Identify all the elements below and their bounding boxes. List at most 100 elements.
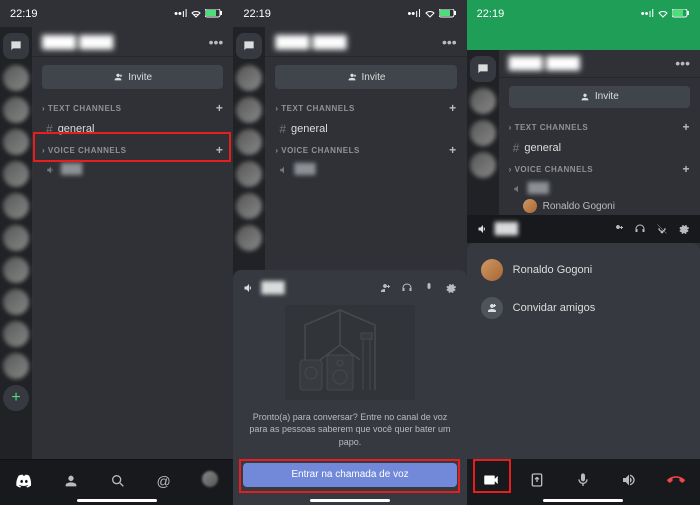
status-bar: 22:19 ••ıl [0,0,233,27]
speaker-icon [279,165,289,175]
user-name-label: Ronaldo Gogoni [513,264,593,276]
text-channels-header[interactable]: › TEXT CHANNELS + [265,97,466,119]
server-menu-icon[interactable]: ••• [442,34,457,50]
channel-general[interactable]: # general [499,138,700,158]
volume-icon[interactable] [621,472,637,488]
hangup-icon[interactable] [667,471,685,489]
headphones-icon[interactable] [401,282,413,294]
server-avatar[interactable] [236,193,262,219]
voice-channels-header[interactable]: › VOICE CHANNELS + [265,139,466,161]
hash-icon: # [46,122,53,136]
channel-general[interactable]: # general [32,119,233,139]
dm-icon[interactable] [3,33,29,59]
add-server-icon[interactable]: + [3,385,29,411]
adduser-icon[interactable] [379,282,391,294]
server-avatar[interactable] [3,193,29,219]
battery-icon [205,9,223,18]
server-avatar[interactable] [236,97,262,123]
adduser-icon [481,297,503,319]
voice-channels-header[interactable]: › VOICE CHANNELS + [499,158,700,180]
voice-channel-sheet: ███ Pronto( [233,270,466,505]
nav-discord-icon[interactable] [16,473,32,489]
voice-channel-label: ███ [528,183,549,194]
server-avatar[interactable] [3,225,29,251]
camera-icon[interactable] [482,471,500,489]
headphones-icon[interactable] [634,223,646,235]
server-avatar[interactable] [3,65,29,91]
server-name: ████ ████ [275,35,346,49]
nav-profile-avatar[interactable] [202,471,218,490]
nav-mentions-icon[interactable]: @ [157,473,171,489]
add-text-channel-icon[interactable]: + [449,101,457,115]
server-avatar[interactable] [3,257,29,283]
server-avatar[interactable] [236,161,262,187]
text-channels-header[interactable]: › TEXT CHANNELS + [499,116,700,138]
server-menu-icon[interactable]: ••• [209,34,224,50]
invite-friends-row[interactable]: Convidar amigos [467,289,700,327]
add-text-channel-icon[interactable]: + [216,101,224,115]
voice-prompt-text: Pronto(a) para conversar? Entre no canal… [233,405,466,455]
voice-channel[interactable]: ███ [32,161,233,178]
channel-general[interactable]: # general [265,119,466,139]
add-voice-channel-icon[interactable]: + [682,162,690,176]
home-indicator [310,499,390,502]
text-channels-header[interactable]: › TEXT CHANNELS + [32,97,233,119]
server-avatar[interactable] [3,161,29,187]
nav-search-icon[interactable] [110,473,126,489]
server-avatar[interactable] [470,120,496,146]
server-avatar[interactable] [236,225,262,251]
server-avatar[interactable] [3,97,29,123]
server-avatar[interactable] [470,88,496,114]
server-avatar[interactable] [3,129,29,155]
voice-status-bar: ███ [467,215,700,243]
invite-label: Invite [595,91,619,102]
adduser-icon[interactable] [612,223,624,235]
channel-label: general [291,123,328,135]
signal-icon: ••ıl [174,8,187,20]
dm-icon[interactable] [470,56,496,82]
status-bar: 22:19 ••ıl [233,0,466,27]
server-header[interactable]: ████ ████ ••• [32,27,233,57]
battery-icon [439,9,457,18]
invite-label: Invite [128,72,152,83]
mute-icon[interactable] [656,223,668,235]
voice-user-entry[interactable]: Ronaldo Gogoni [467,251,700,289]
server-avatar[interactable] [3,321,29,347]
server-header[interactable]: ████ ████ ••• [499,50,700,78]
server-avatar[interactable] [3,353,29,379]
voice-channel[interactable]: ███ [499,180,700,197]
voice-channel-label: ███ [61,164,82,175]
status-bar: 22:19 ••ıl [467,0,700,27]
voice-user-row[interactable]: Ronaldo Gogoni [499,197,700,215]
screen-share-icon[interactable] [529,472,545,488]
invite-button[interactable]: Invite [275,65,456,89]
mute-icon[interactable] [423,282,435,294]
wifi-icon [657,9,669,18]
add-text-channel-icon[interactable]: + [682,120,690,134]
voice-channels-header[interactable]: › VOICE CHANNELS + [32,139,233,161]
gear-icon[interactable] [678,223,690,235]
status-indicators: ••ıl [174,8,223,20]
server-avatar[interactable] [236,129,262,155]
user-avatar [523,199,537,213]
voice-channel[interactable]: ███ [265,161,466,178]
server-avatar[interactable] [236,65,262,91]
add-voice-channel-icon[interactable]: + [449,143,457,157]
invite-button[interactable]: Invite [509,86,690,108]
nav-friends-icon[interactable] [63,473,79,489]
server-menu-icon[interactable]: ••• [675,55,690,71]
server-header[interactable]: ████ ████ ••• [265,27,466,57]
dm-icon[interactable] [236,33,262,59]
add-voice-channel-icon[interactable]: + [216,143,224,157]
mic-icon[interactable] [575,472,591,488]
active-call-banner[interactable] [467,26,700,50]
home-indicator [77,499,157,502]
speaker-icon [46,165,56,175]
server-avatar[interactable] [3,289,29,315]
server-avatar[interactable] [470,152,496,178]
invite-friends-label: Convidar amigos [513,302,596,314]
join-voice-button[interactable]: Entrar na chamada de voz [243,463,456,487]
invite-button[interactable]: Invite [42,65,223,89]
adduser-icon [347,72,357,82]
gear-icon[interactable] [445,282,457,294]
